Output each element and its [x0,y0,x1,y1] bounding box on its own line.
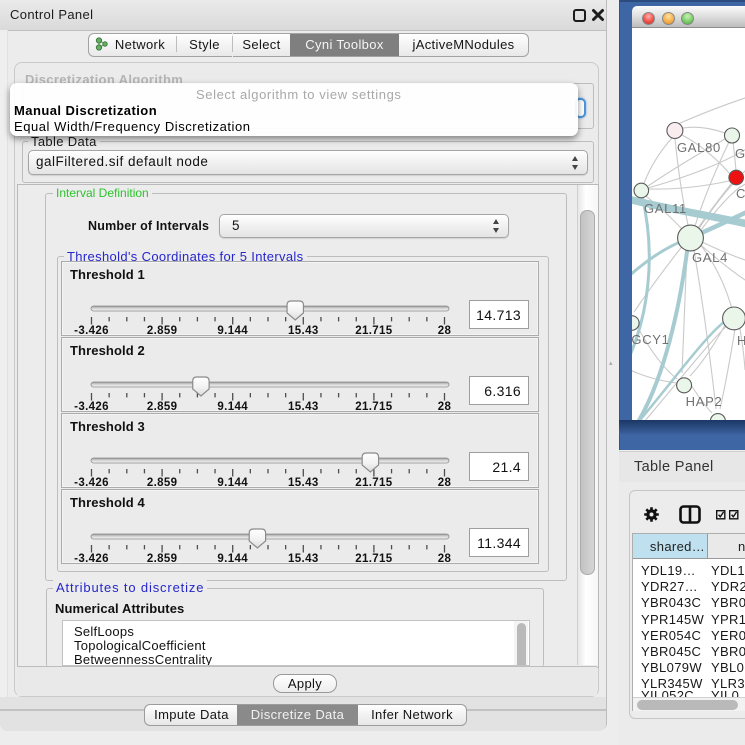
svg-text:CY: CY [736,186,745,201]
svg-text:28: 28 [438,477,452,487]
svg-text:28: 28 [438,325,452,335]
svg-text:-3.426: -3.426 [74,477,109,487]
svg-text:15.43: 15.43 [288,401,319,411]
svg-text:9.144: 9.144 [217,401,248,411]
svg-text:GAL4: GAL4 [692,250,728,265]
svg-text:9.144: 9.144 [217,477,248,487]
svg-text:GAL11: GAL11 [644,201,687,216]
svg-text:21.715: 21.715 [355,553,393,563]
svg-text:2.859: 2.859 [147,477,178,487]
svg-text:2.859: 2.859 [147,325,178,335]
svg-text:-3.426: -3.426 [74,553,109,563]
svg-text:28: 28 [438,553,452,563]
svg-text:15.43: 15.43 [288,477,319,487]
svg-text:21.715: 21.715 [355,477,393,487]
svg-text:9.144: 9.144 [217,553,248,563]
svg-text:-3.426: -3.426 [74,325,109,335]
svg-text:15.43: 15.43 [288,325,319,335]
svg-text:9.144: 9.144 [217,325,248,335]
svg-text:HA: HA [737,333,745,348]
svg-text:2.859: 2.859 [147,401,178,411]
svg-text:21.715: 21.715 [355,325,393,335]
svg-text:HAP2: HAP2 [686,394,723,409]
svg-text:GAL80: GAL80 [677,140,721,155]
svg-text:GAL4: GAL4 [735,146,745,161]
svg-text:28: 28 [438,401,452,411]
svg-text:-3.426: -3.426 [74,401,109,411]
svg-text:2.859: 2.859 [147,553,178,563]
svg-text:21.715: 21.715 [355,401,393,411]
svg-text:GCY1: GCY1 [632,332,670,347]
svg-text:15.43: 15.43 [288,553,319,563]
